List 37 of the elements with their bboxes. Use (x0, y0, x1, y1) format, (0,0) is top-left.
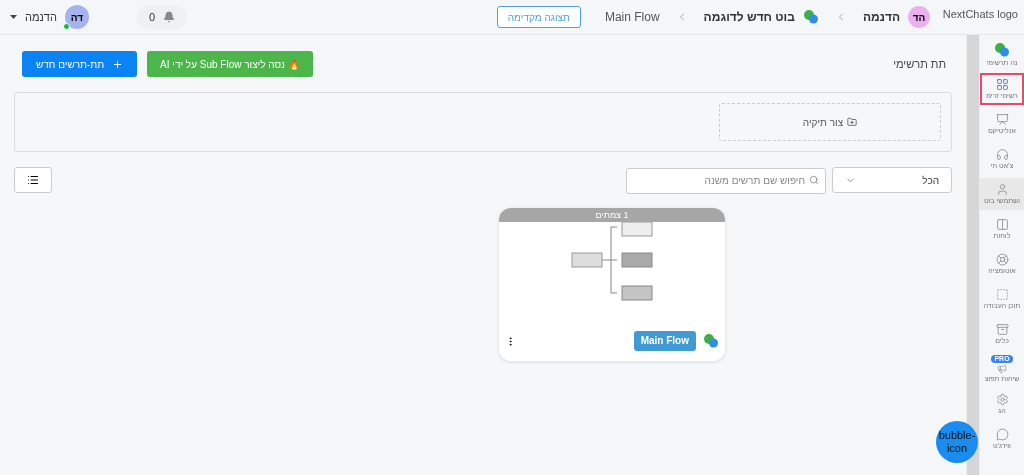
folder-plus-icon (847, 117, 858, 127)
create-folder-button[interactable]: צור תיקיה (719, 103, 941, 141)
filter-value: הכל (922, 173, 939, 188)
settings-icon (995, 393, 1009, 406)
new-subflow-button[interactable]: תת-תרשים חדש (22, 51, 138, 77)
user-icon (995, 183, 1009, 196)
bubble-button[interactable]: bubble-icon (936, 421, 978, 463)
notifications-button[interactable]: 0 (136, 5, 187, 29)
flow-name-tag[interactable]: Main Flow (633, 331, 696, 351)
search-icon (809, 175, 819, 185)
ai-subflow-button[interactable]: 🔥 נסה ליצור Sub Flow על ידי AI (147, 51, 313, 77)
breadcrumb-link[interactable]: הדנמה (862, 8, 900, 26)
user-avatar[interactable]: דה (64, 5, 89, 29)
list-view-button[interactable] (14, 167, 52, 193)
filter-dropdown[interactable]: הכל (832, 167, 952, 193)
headset-icon (995, 148, 1009, 161)
grid-icon (995, 78, 1009, 91)
plus-icon (112, 58, 124, 70)
search-field[interactable]: חיפוש שם תרשים משנה (626, 167, 826, 194)
archive-icon (995, 323, 1009, 336)
lifebuoy-icon (995, 253, 1009, 266)
columns-icon (995, 218, 1009, 231)
bell-icon (163, 11, 175, 23)
presentation-icon (995, 113, 1009, 126)
logo-alt-text: NextChats logo (941, 7, 1018, 22)
list-icon (27, 174, 39, 186)
page-title: תת תרשימי (893, 56, 946, 72)
notification-count: 0 (148, 9, 155, 25)
workspace-avatar: הד (908, 6, 930, 28)
user-name[interactable]: הדנמה (25, 8, 57, 26)
square-icon (995, 288, 1009, 301)
caret-icon (10, 15, 17, 19)
node-count-header: 1 צמתים (499, 208, 725, 222)
preview-button[interactable]: תצוגה מקדימה (496, 6, 581, 28)
breadcrumb-link[interactable]: Main Flow (604, 8, 660, 26)
breadcrumb-link[interactable]: בוט חדש לדוגמה (703, 8, 795, 26)
megaphone-icon (997, 364, 1007, 374)
